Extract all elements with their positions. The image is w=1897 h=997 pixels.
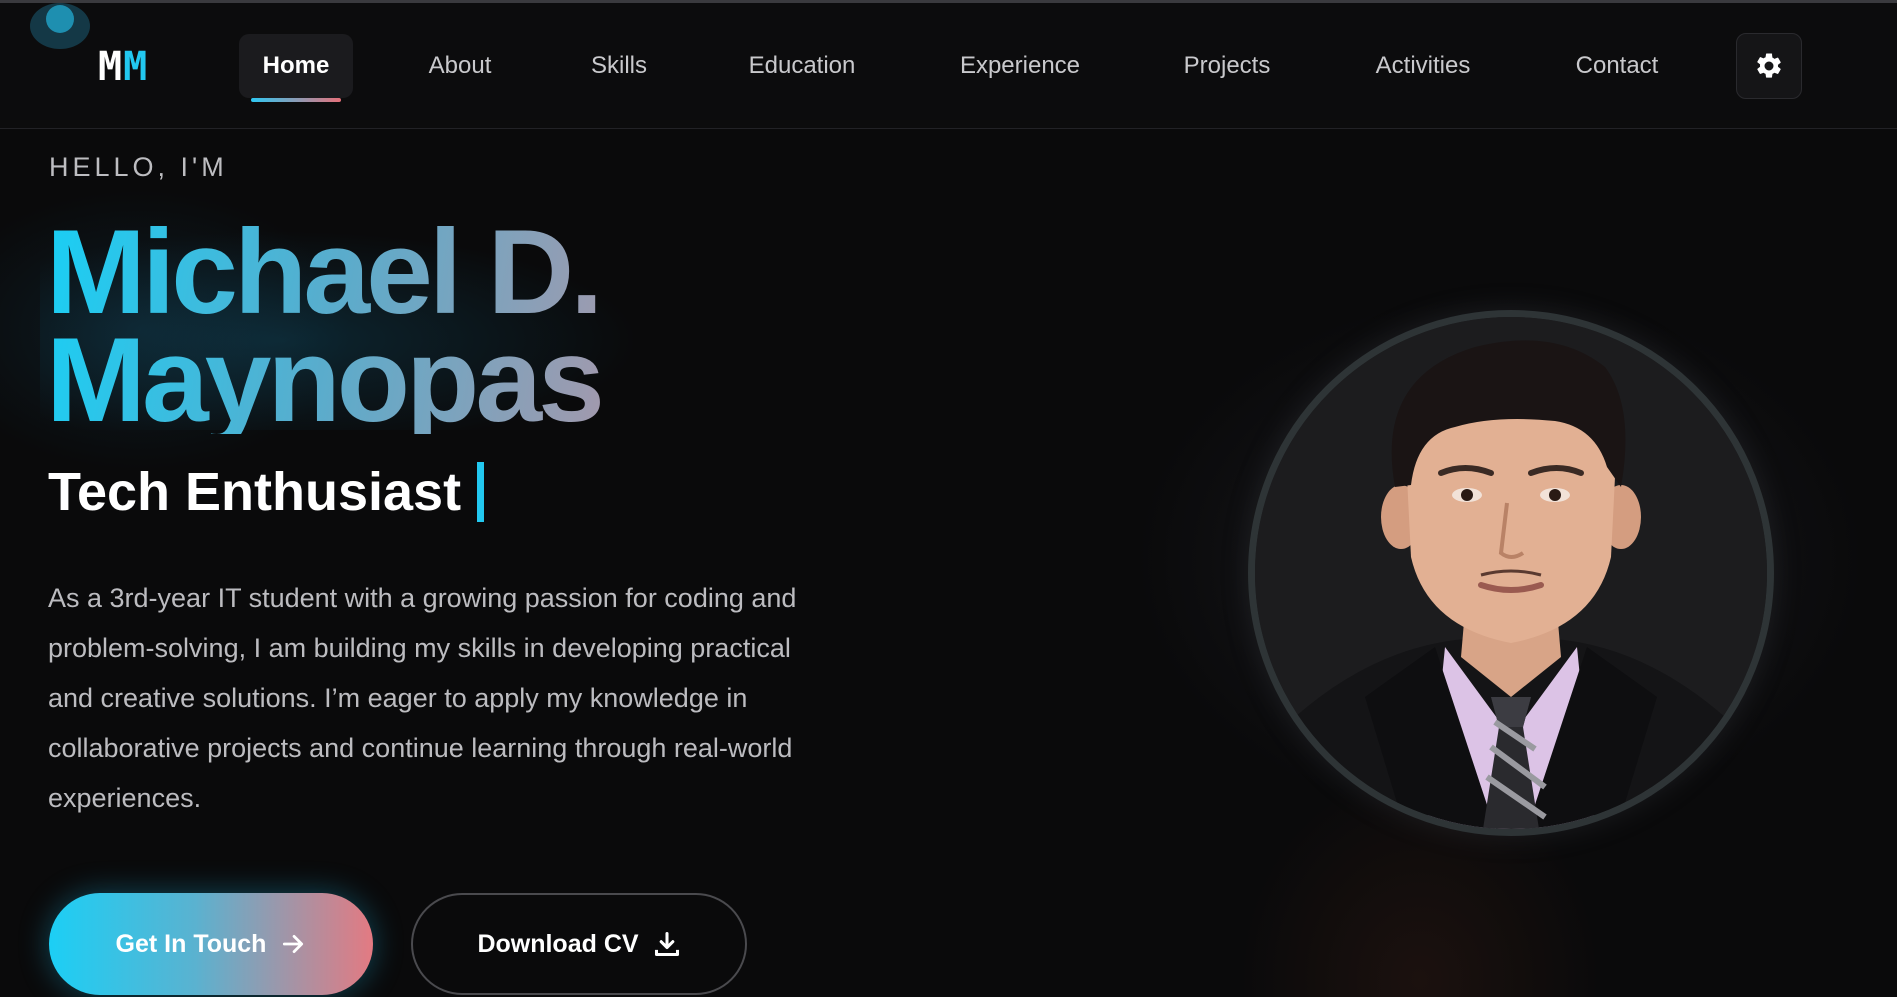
- portrait-illustration: [1255, 317, 1767, 829]
- nav-item-label: Experience: [959, 52, 1081, 79]
- nav-item-contact[interactable]: Contact: [1564, 34, 1670, 98]
- hero-name: Michael D. Maynopas: [46, 218, 766, 434]
- site-logo[interactable]: MM: [98, 43, 148, 91]
- nav-item-label: Skills: [590, 52, 647, 79]
- nav-item-label: Activities: [1375, 52, 1471, 79]
- nav-item-projects[interactable]: Projects: [1170, 34, 1284, 98]
- logo-letter-second: M: [123, 44, 149, 90]
- button-label: Get In Touch: [115, 929, 267, 958]
- nav-item-label: Projects: [1183, 52, 1271, 79]
- nav-item-about[interactable]: About: [410, 34, 510, 98]
- gear-icon: [1757, 53, 1781, 78]
- get-in-touch-button[interactable]: Get In Touch: [49, 893, 373, 995]
- typing-caret: [477, 462, 485, 522]
- nav-item-label: Contact: [1575, 52, 1659, 79]
- role-text: Tech Enthusiast: [48, 462, 462, 522]
- cursor-dot-inner: [46, 5, 74, 33]
- hero-role: Tech Enthusiast: [48, 460, 485, 524]
- logo-letter-first: M: [98, 44, 124, 90]
- portfolio-page: MM Home About Skills Education Experienc…: [0, 0, 1897, 997]
- nav-item-activities[interactable]: Activities: [1362, 34, 1484, 98]
- arrow-right-icon: [283, 935, 304, 953]
- nav-item-label: About: [428, 52, 492, 79]
- hero-bio: As a 3rd-year IT student with a growing …: [48, 583, 797, 813]
- nav-item-experience[interactable]: Experience: [944, 34, 1096, 98]
- profile-photo: [1248, 310, 1774, 836]
- nav-item-label: Education: [748, 52, 856, 79]
- button-label: Download CV: [477, 929, 639, 958]
- theme-toggle-button[interactable]: [1736, 33, 1802, 99]
- cursor-indicator: [30, 3, 90, 49]
- nav-item-education[interactable]: Education: [733, 34, 871, 98]
- nav-item-home[interactable]: Home: [239, 34, 353, 102]
- nav-item-label: Home: [262, 52, 330, 79]
- navbar: MM Home About Skills Education Experienc…: [0, 3, 1897, 129]
- active-underline: [251, 98, 341, 102]
- nav-item-skills[interactable]: Skills: [576, 34, 662, 98]
- hero-greeting: HELLO, I'M: [49, 152, 228, 182]
- download-cv-button[interactable]: Download CV: [411, 893, 747, 995]
- name-line-2: Maynopas: [46, 313, 601, 447]
- download-icon: [654, 931, 679, 957]
